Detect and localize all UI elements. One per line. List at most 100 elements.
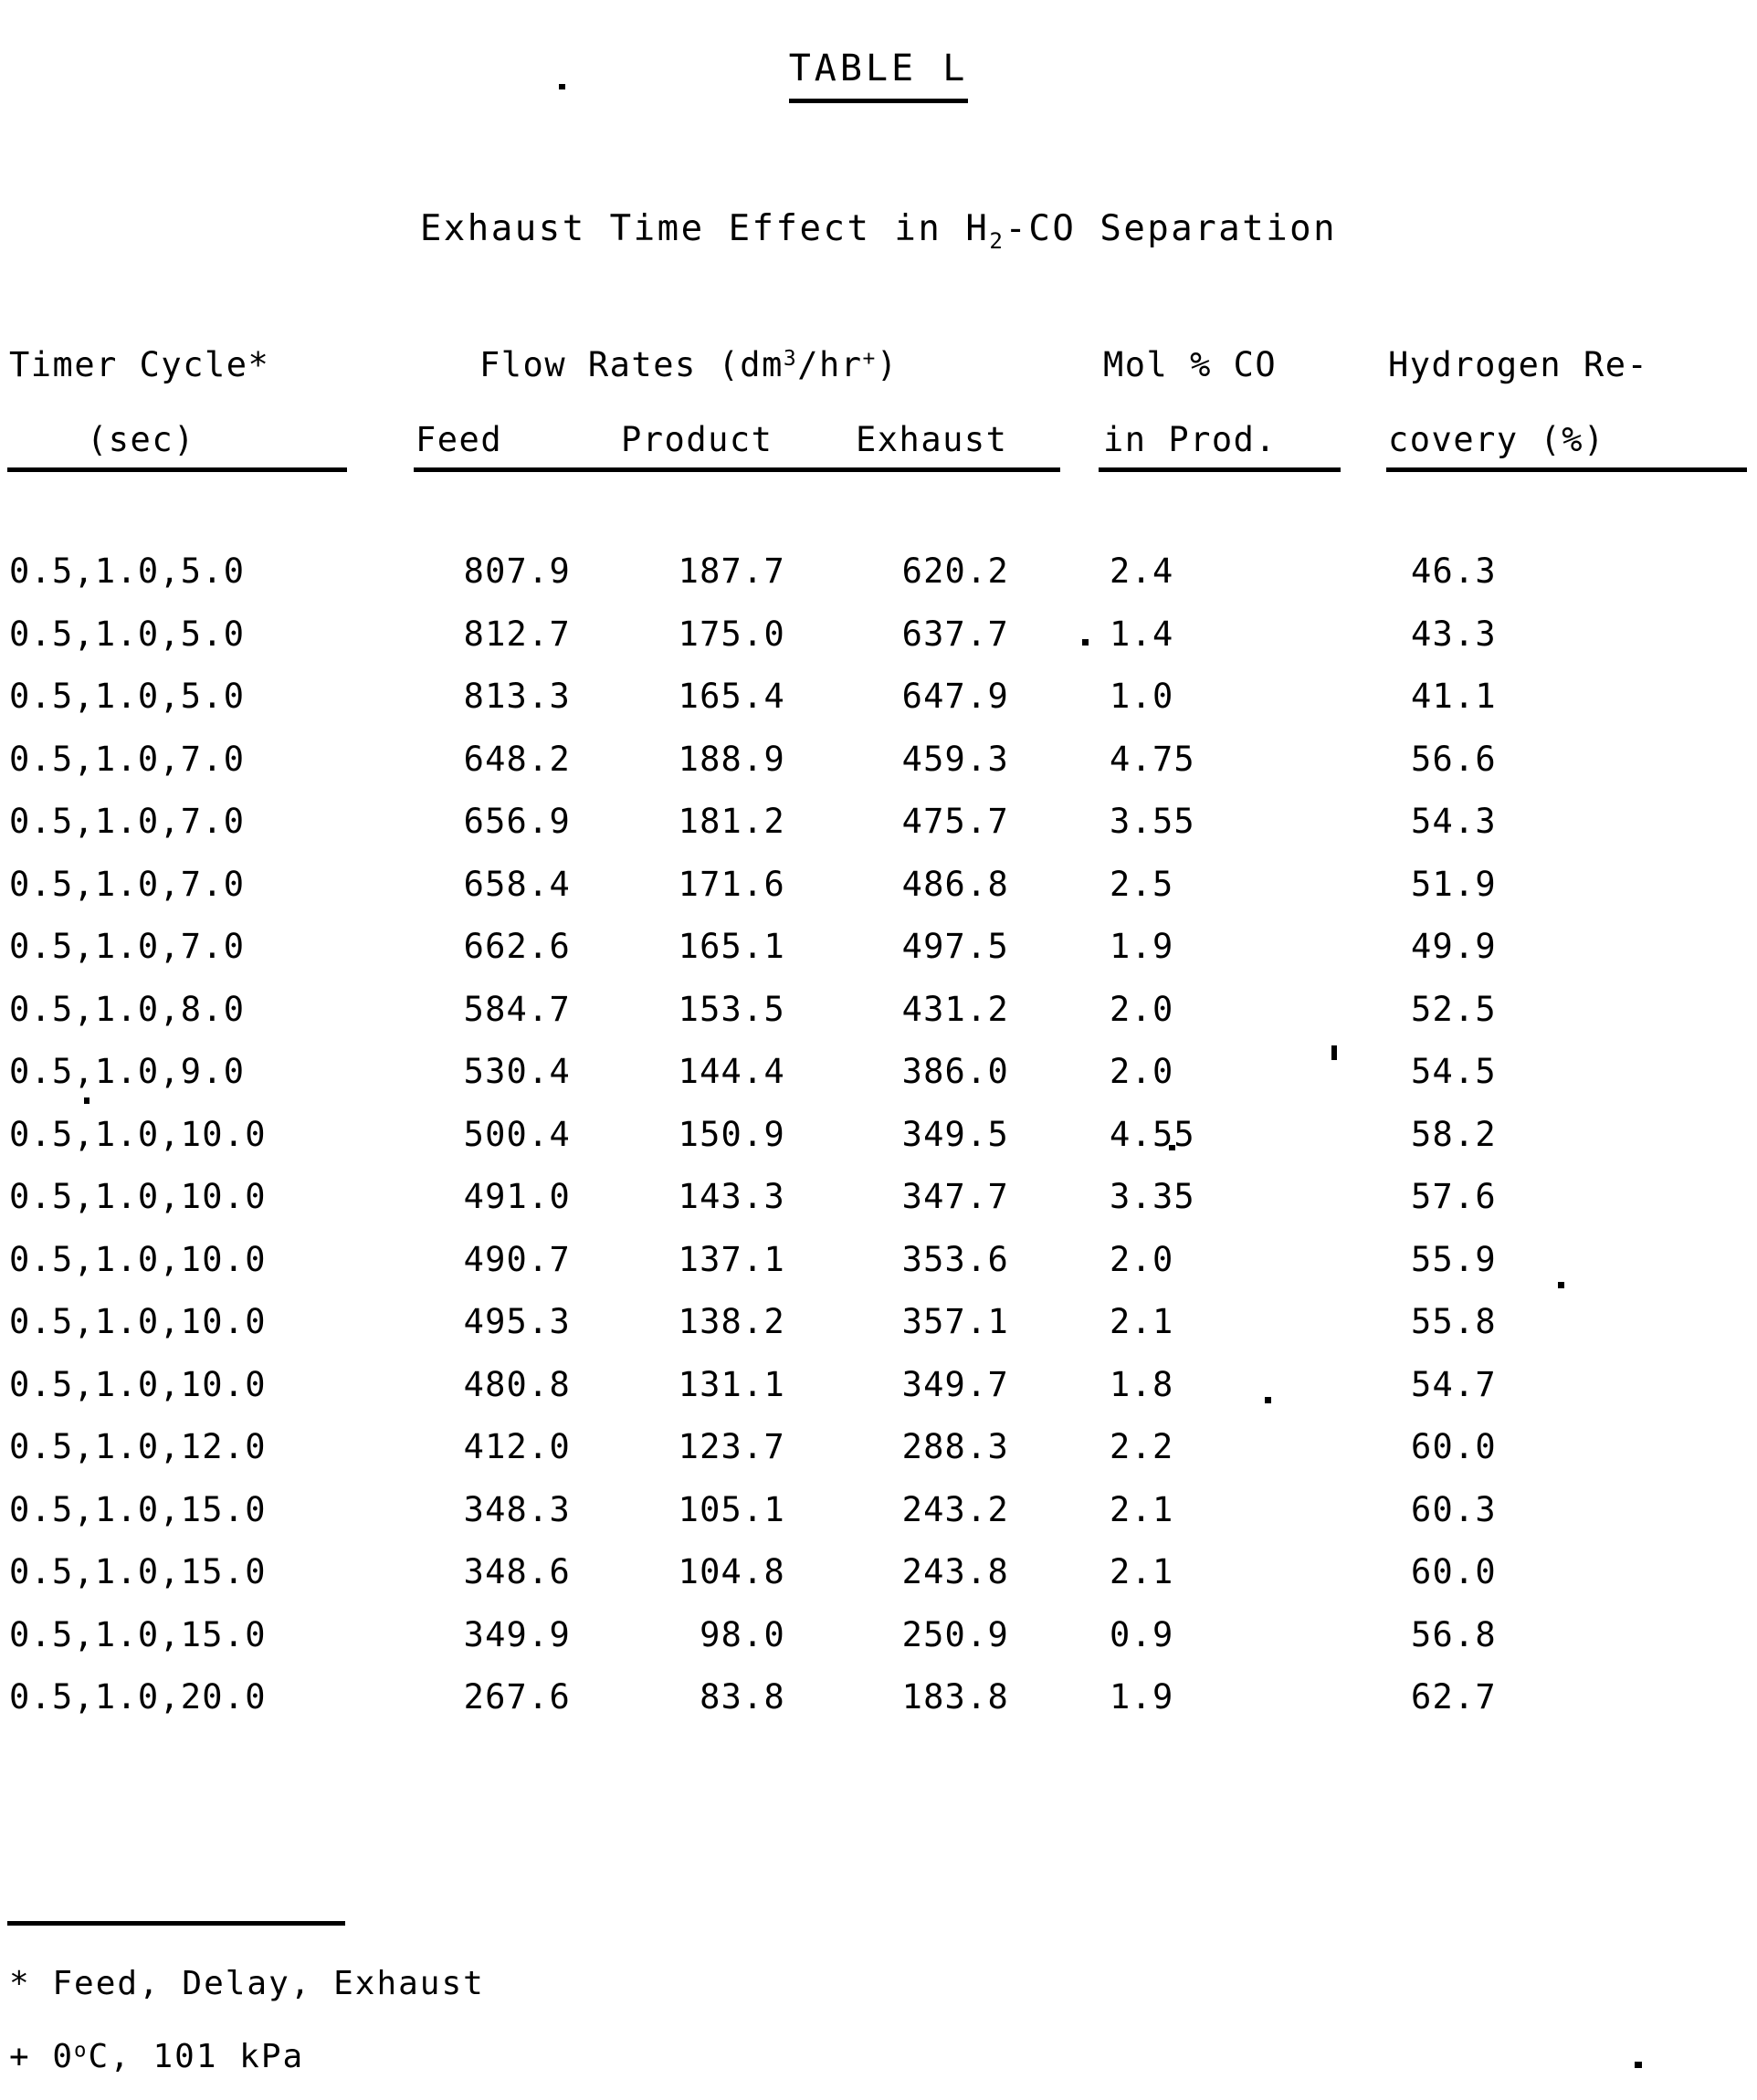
cell-product: 153.5 xyxy=(678,989,785,1029)
page-title: TABLE L xyxy=(788,47,969,103)
cell-feed: 412.0 xyxy=(463,1427,571,1466)
cell-feed: 813.3 xyxy=(463,677,571,716)
footnote-plus-prefix: + 0 xyxy=(9,2038,75,2075)
cell-feed: 480.8 xyxy=(463,1364,571,1404)
footer-rule xyxy=(7,1921,345,1926)
cell-mol-co: 2.5 xyxy=(1110,864,1174,904)
cell-recovery: 57.6 xyxy=(1411,1177,1497,1216)
cell-mol-co: 2.1 xyxy=(1110,1552,1174,1591)
flow-rates-sup-3: 3 xyxy=(783,347,798,372)
cell-exhaust: 459.3 xyxy=(901,739,1009,779)
cell-timer-cycle: 0.5,1.0,15.0 xyxy=(9,1489,267,1529)
footnote-plus: + 0oC, 101 kPa xyxy=(9,2038,304,2075)
cell-exhaust: 347.7 xyxy=(901,1177,1009,1216)
cell-timer-cycle: 0.5,1.0,10.0 xyxy=(9,1364,267,1404)
cell-exhaust: 250.9 xyxy=(901,1614,1009,1654)
cell-timer-cycle: 0.5,1.0,10.0 xyxy=(9,1302,267,1341)
flow-rates-suffix: ) xyxy=(876,345,899,384)
table-row: 0.5,1.0,12.0 412.0 123.7 288.3 2.2 60.0 xyxy=(0,1427,1757,1490)
cell-exhaust: 486.8 xyxy=(901,864,1009,904)
table-row: 0.5,1.0,10.0 490.7 137.1 353.6 2.0 55.9 xyxy=(0,1240,1757,1303)
cell-mol-co: 1.0 xyxy=(1110,677,1174,716)
scan-artifact-speck xyxy=(1082,639,1089,646)
cell-exhaust: 353.6 xyxy=(901,1239,1009,1279)
subtitle-subscript: 2 xyxy=(989,228,1005,255)
cell-product: 144.4 xyxy=(678,1052,785,1091)
cell-recovery: 54.7 xyxy=(1411,1364,1497,1404)
cell-mol-co: 4.75 xyxy=(1110,739,1195,779)
header-covery: covery (%) xyxy=(1388,420,1605,459)
cell-timer-cycle: 0.5,1.0,5.0 xyxy=(9,677,246,716)
table-row: 0.5,1.0,15.0 349.9 98.0 250.9 0.9 56.8 xyxy=(0,1615,1757,1678)
cell-timer-cycle: 0.5,1.0,20.0 xyxy=(9,1677,267,1717)
cell-feed: 490.7 xyxy=(463,1239,571,1279)
table-row: 0.5,1.0,15.0 348.3 105.1 243.2 2.1 60.3 xyxy=(0,1490,1757,1553)
table-row: 0.5,1.0,10.0 500.4 150.9 349.5 4.55 58.2 xyxy=(0,1115,1757,1178)
cell-product: 104.8 xyxy=(678,1552,785,1591)
header-exhaust: Exhaust xyxy=(856,420,1008,459)
cell-exhaust: 349.7 xyxy=(901,1364,1009,1404)
cell-mol-co: 2.2 xyxy=(1110,1427,1174,1466)
cell-feed: 530.4 xyxy=(463,1052,571,1091)
header-rule-flow-rates xyxy=(414,467,1060,472)
header-rule-hydrogen-recovery xyxy=(1386,467,1747,472)
cell-exhaust: 183.8 xyxy=(901,1677,1009,1717)
table-row: 0.5,1.0,10.0 480.8 131.1 349.7 1.8 54.7 xyxy=(0,1365,1757,1428)
table-row: 0.5,1.0,8.0 584.7 153.5 431.2 2.0 52.5 xyxy=(0,990,1757,1053)
cell-timer-cycle: 0.5,1.0,8.0 xyxy=(9,989,246,1029)
cell-product: 138.2 xyxy=(678,1302,785,1341)
table-row: 0.5,1.0,7.0 662.6 165.1 497.5 1.9 49.9 xyxy=(0,927,1757,990)
cell-product: 105.1 xyxy=(678,1489,785,1529)
cell-feed: 348.3 xyxy=(463,1489,571,1529)
header-rule-mol-co xyxy=(1099,467,1341,472)
cell-product: 171.6 xyxy=(678,864,785,904)
table-row: 0.5,1.0,5.0 807.9 187.7 620.2 2.4 46.3 xyxy=(0,551,1757,614)
cell-recovery: 60.0 xyxy=(1411,1427,1497,1466)
cell-exhaust: 620.2 xyxy=(901,551,1009,591)
cell-feed: 267.6 xyxy=(463,1677,571,1717)
cell-recovery: 54.3 xyxy=(1411,802,1497,841)
table-row: 0.5,1.0,10.0 491.0 143.3 347.7 3.35 57.6 xyxy=(0,1177,1757,1240)
cell-mol-co: 2.0 xyxy=(1110,1052,1174,1091)
header-timer-cycle: Timer Cycle* xyxy=(9,345,270,384)
cell-timer-cycle: 0.5,1.0,7.0 xyxy=(9,864,246,904)
document-page: TABLE L Exhaust Time Effect in H2-CO Sep… xyxy=(0,0,1757,2100)
cell-timer-cycle: 0.5,1.0,10.0 xyxy=(9,1114,267,1154)
cell-product: 98.0 xyxy=(700,1614,785,1654)
cell-timer-cycle: 0.5,1.0,10.0 xyxy=(9,1239,267,1279)
cell-mol-co: 2.1 xyxy=(1110,1302,1174,1341)
header-flow-rates: Flow Rates (dm3/hr+) xyxy=(479,345,899,384)
cell-recovery: 60.3 xyxy=(1411,1489,1497,1529)
cell-timer-cycle: 0.5,1.0,7.0 xyxy=(9,739,246,779)
table-row: 0.5,1.0,9.0 530.4 144.4 386.0 2.0 54.5 xyxy=(0,1052,1757,1115)
cell-feed: 491.0 xyxy=(463,1177,571,1216)
cell-timer-cycle: 0.5,1.0,7.0 xyxy=(9,927,246,966)
footnote-asterisk: * Feed, Delay, Exhaust xyxy=(9,1965,485,2002)
scan-artifact-speck xyxy=(1331,1045,1337,1060)
scan-artifact-speck xyxy=(1265,1397,1271,1403)
cell-product: 150.9 xyxy=(678,1114,785,1154)
cell-timer-cycle: 0.5,1.0,7.0 xyxy=(9,802,246,841)
cell-exhaust: 431.2 xyxy=(901,989,1009,1029)
cell-product: 188.9 xyxy=(678,739,785,779)
subtitle-prefix: Exhaust Time Effect in H xyxy=(419,208,990,249)
cell-feed: 349.9 xyxy=(463,1614,571,1654)
cell-mol-co: 0.9 xyxy=(1110,1614,1174,1654)
table-subtitle: Exhaust Time Effect in H2-CO Separation xyxy=(0,208,1757,254)
cell-mol-co: 3.35 xyxy=(1110,1177,1195,1216)
cell-timer-cycle: 0.5,1.0,15.0 xyxy=(9,1614,267,1654)
cell-feed: 656.9 xyxy=(463,802,571,841)
cell-product: 123.7 xyxy=(678,1427,785,1466)
table-title-row: TABLE L xyxy=(0,47,1757,103)
cell-feed: 658.4 xyxy=(463,864,571,904)
cell-exhaust: 243.8 xyxy=(901,1552,1009,1591)
footnote-plus-suffix: C, 101 kPa xyxy=(88,2038,305,2075)
cell-product: 165.1 xyxy=(678,927,785,966)
cell-feed: 500.4 xyxy=(463,1114,571,1154)
cell-timer-cycle: 0.5,1.0,10.0 xyxy=(9,1177,267,1216)
cell-exhaust: 386.0 xyxy=(901,1052,1009,1091)
cell-timer-cycle: 0.5,1.0,9.0 xyxy=(9,1052,246,1091)
degree-sign-icon: o xyxy=(74,2038,89,2063)
table-row: 0.5,1.0,20.0 267.6 83.8 183.8 1.9 62.7 xyxy=(0,1677,1757,1740)
table-row: 0.5,1.0,5.0 813.3 165.4 647.9 1.0 41.1 xyxy=(0,677,1757,740)
